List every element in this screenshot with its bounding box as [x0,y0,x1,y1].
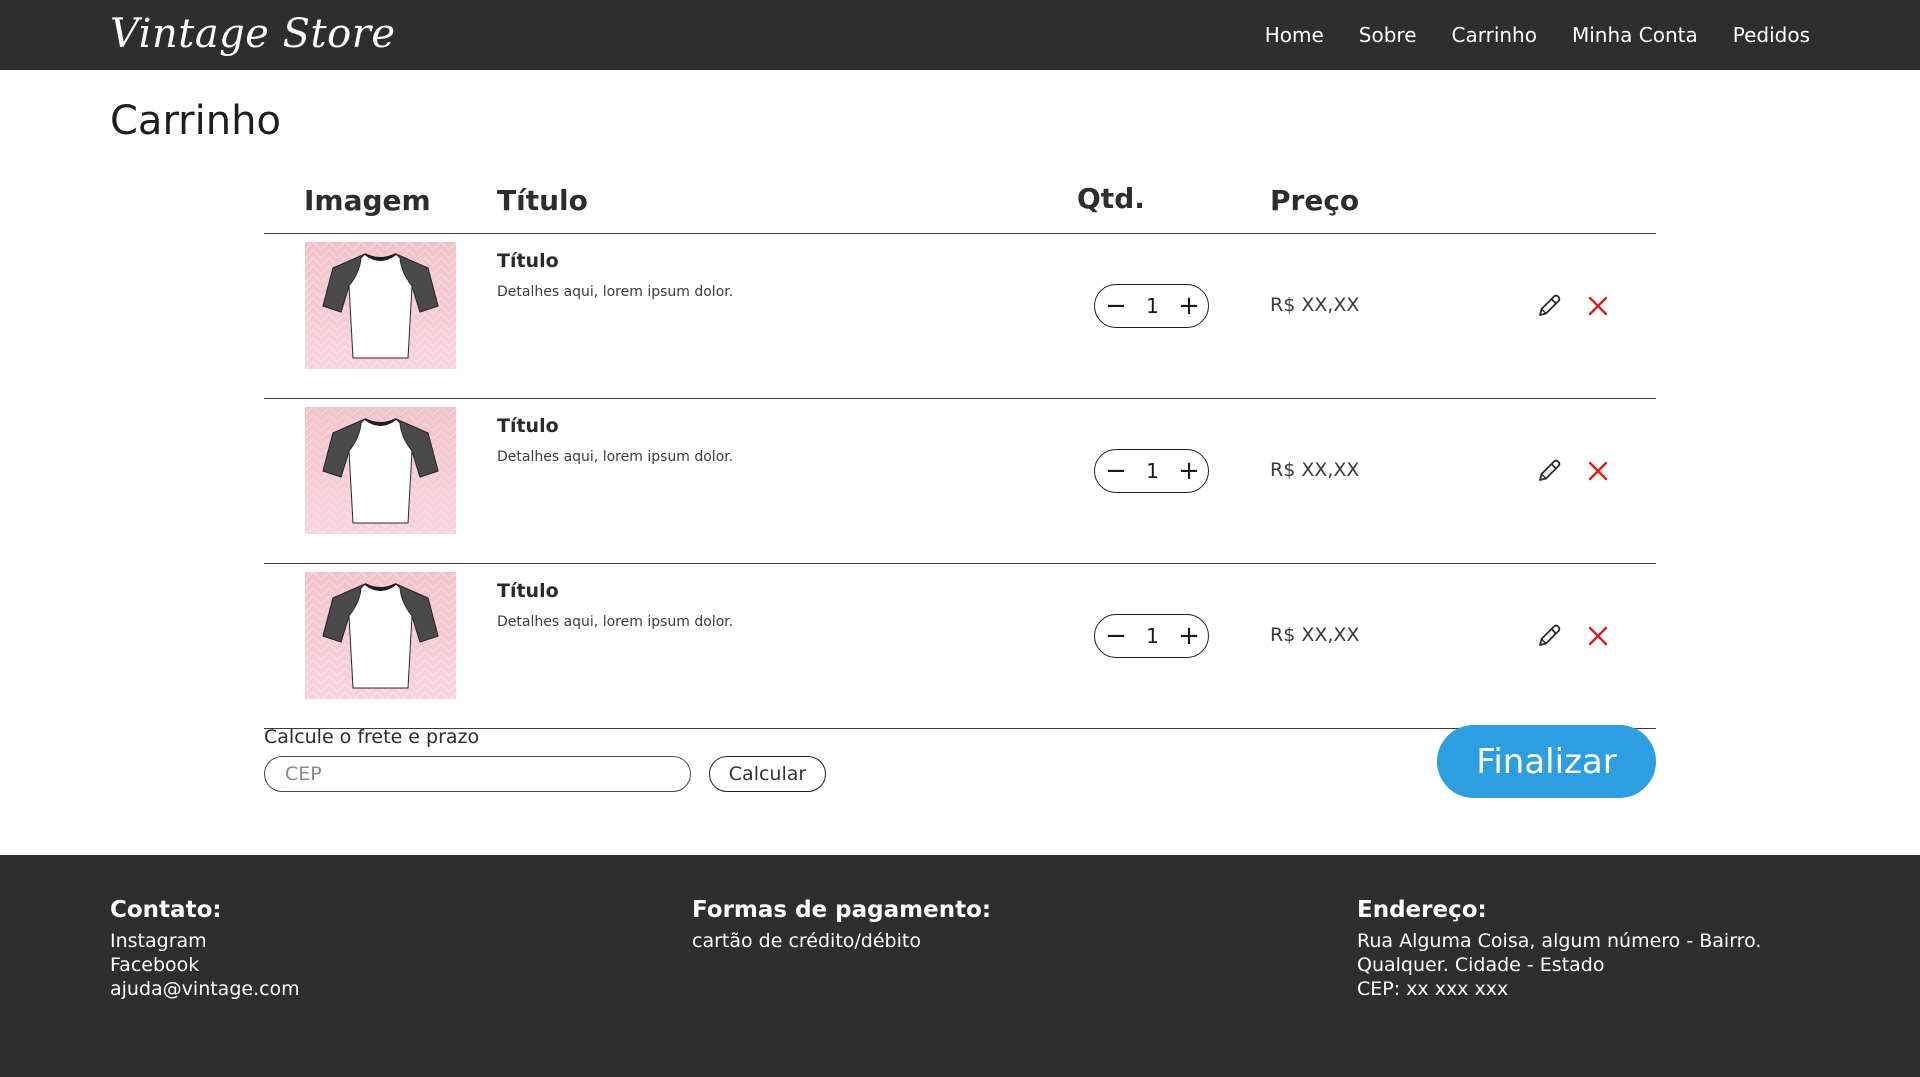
nav-orders-link[interactable]: Pedidos [1733,23,1810,47]
column-header-title: Título [497,184,588,217]
tshirt-image [305,572,456,699]
product-image[interactable] [305,407,456,534]
shipping-label: Calcule o frete e prazo [264,726,480,748]
item-description: Detalhes aqui, lorem ipsum dolor. [497,614,734,630]
footer-payment-heading: Formas de pagamento: [692,897,992,923]
cart-row: Título Detalhes aqui, lorem ipsum dolor.… [264,234,1656,399]
increase-qty-button[interactable]: + [1178,458,1200,484]
cep-input[interactable] [264,756,691,792]
nav-account-link[interactable]: Minha Conta [1572,23,1698,47]
top-navbar: Vintage Store Home Sobre Carrinho Minha … [0,0,1920,70]
address-line: Rua Alguma Coisa, algum número - Bairro. [1357,930,1762,952]
facebook-link[interactable]: Facebook [110,953,300,977]
instagram-link[interactable]: Instagram [110,929,300,953]
store-logo[interactable]: Vintage Store [110,6,396,62]
column-header-price: Preço [1270,184,1360,217]
item-price: R$ XX,XX [1270,624,1360,646]
quantity-stepper: − 1 + [1094,614,1209,658]
decrease-qty-button[interactable]: − [1105,458,1127,484]
quantity-stepper: − 1 + [1094,449,1209,493]
qty-value: 1 [1146,624,1159,648]
delete-x-icon[interactable] [1587,460,1609,482]
item-title: Título [497,250,559,272]
footer-payment: Formas de pagamento: cartão de crédito/d… [692,897,991,953]
item-title: Título [497,415,559,437]
footer-address: Endereço: Rua Alguma Coisa, algum número… [1357,897,1761,1001]
tshirt-image [305,407,456,534]
main-nav: Home Sobre Carrinho Minha Conta Pedidos [1265,0,1810,70]
address-line: Qualquer. Cidade - Estado [1357,954,1605,976]
tshirt-image [305,242,456,369]
footer-contact: Contato: Instagram Facebook ajuda@vintag… [110,897,300,1001]
qty-value: 1 [1146,294,1159,318]
footer: Contato: Instagram Facebook ajuda@vintag… [0,855,1920,1077]
nav-about-link[interactable]: Sobre [1359,23,1417,47]
cart-row: Título Detalhes aqui, lorem ipsum dolor.… [264,564,1656,729]
cart-row: Título Detalhes aqui, lorem ipsum dolor.… [264,399,1656,564]
delete-x-icon[interactable] [1587,625,1609,647]
quantity-stepper: − 1 + [1094,284,1209,328]
qty-value: 1 [1146,459,1159,483]
address-line: CEP: xx xxx xxx [1357,978,1509,1000]
footer-address-heading: Endereço: [1357,897,1487,923]
footer-contact-heading: Contato: [110,897,222,923]
item-price: R$ XX,XX [1270,459,1360,481]
email-link[interactable]: ajuda@vintage.com [110,977,300,1001]
delete-x-icon[interactable] [1587,295,1609,317]
decrease-qty-button[interactable]: − [1105,293,1127,319]
increase-qty-button[interactable]: + [1178,623,1200,649]
nav-home-link[interactable]: Home [1265,23,1324,47]
increase-qty-button[interactable]: + [1178,293,1200,319]
item-title: Título [497,580,559,602]
edit-pencil-icon[interactable] [1534,621,1564,651]
column-header-image: Imagem [304,184,431,217]
page-title: Carrinho [110,98,281,144]
cart-table-header: Imagem Título Qtd. Preço [264,178,1656,234]
payment-method: cartão de crédito/débito [692,930,921,952]
product-image[interactable] [305,572,456,699]
column-header-qty: Qtd. [1077,182,1145,215]
decrease-qty-button[interactable]: − [1105,623,1127,649]
cart-table: Imagem Título Qtd. Preço Título Detalhes… [264,178,1656,729]
nav-cart-link[interactable]: Carrinho [1452,23,1537,47]
edit-pencil-icon[interactable] [1534,291,1564,321]
product-image[interactable] [305,242,456,369]
item-description: Detalhes aqui, lorem ipsum dolor. [497,284,734,300]
edit-pencil-icon[interactable] [1534,456,1564,486]
item-price: R$ XX,XX [1270,294,1360,316]
finalize-button[interactable]: Finalizar [1437,725,1656,798]
item-description: Detalhes aqui, lorem ipsum dolor. [497,449,734,465]
calculate-button[interactable]: Calcular [709,756,826,792]
